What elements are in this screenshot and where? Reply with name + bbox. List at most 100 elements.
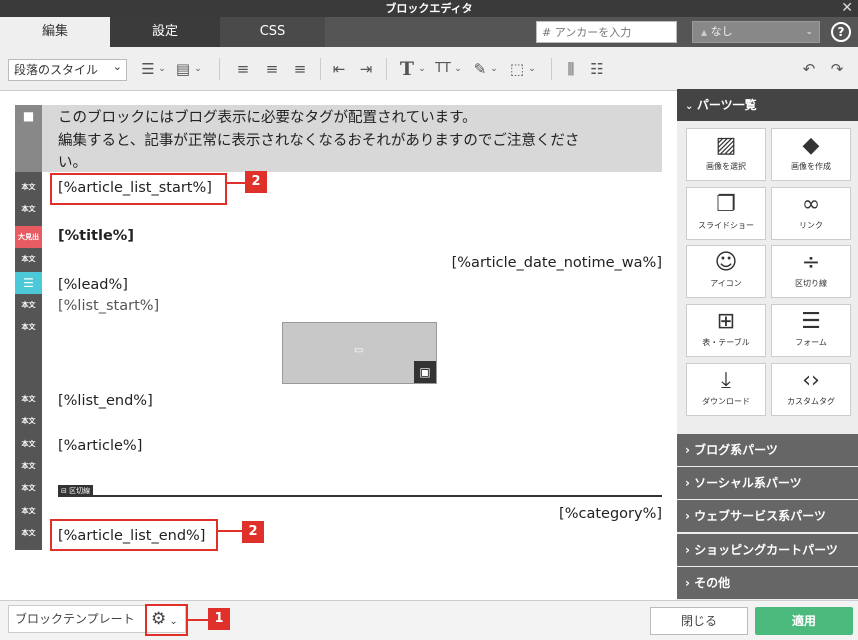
tag-lead[interactable]: [%lead%]: [58, 277, 128, 293]
chevron-right-icon: ›: [685, 509, 695, 523]
anchor-select-value: なし: [710, 25, 733, 38]
tag-article[interactable]: [%article%]: [58, 438, 142, 454]
clear-format-icon[interactable]: ☷: [586, 57, 608, 81]
block-label-body[interactable]: 本文: [15, 176, 42, 198]
part-link[interactable]: ∞ リンク: [771, 187, 851, 240]
notice-line-2: 編集すると、記事が正常に表示されなくなるおそれがありますのでご注意くださ: [58, 133, 580, 149]
toolbar-divider: [386, 58, 387, 80]
block-label-body[interactable]: 本文: [15, 433, 42, 455]
chevron-down-icon[interactable]: ⌄: [418, 57, 426, 81]
tag-article-date[interactable]: [%article_date_notime_wa%]: [452, 255, 662, 271]
part-divider[interactable]: ÷ 区切り線: [771, 245, 851, 298]
help-icon[interactable]: ?: [831, 22, 851, 42]
block-label-body[interactable]: 本文: [15, 388, 42, 410]
indent-icon[interactable]: ⇥: [355, 57, 377, 81]
chevron-down-icon[interactable]: ⌄: [454, 57, 462, 81]
notice-line-3: い。: [58, 155, 87, 171]
callout-badge: 2: [245, 171, 267, 193]
block-label-body[interactable]: 本文: [15, 455, 42, 477]
block-label-body[interactable]: 本文: [15, 198, 42, 220]
undo-icon[interactable]: ↶: [798, 57, 820, 81]
tab-edit[interactable]: 編集: [0, 17, 110, 47]
text-box-icon[interactable]: ⬚: [506, 57, 528, 81]
chevron-down-icon[interactable]: ⌄: [490, 57, 498, 81]
chevron-right-icon: ›: [685, 476, 695, 490]
anchor-select[interactable]: ▲ なし ⌄: [692, 21, 820, 43]
apply-button[interactable]: 適用: [755, 607, 853, 635]
tab-css[interactable]: CSS: [220, 17, 325, 47]
format-toolbar: [0, 47, 858, 91]
part-download[interactable]: ⤓ ダウンロード: [686, 363, 766, 416]
tag-title[interactable]: [%title%]: [58, 228, 134, 244]
align-left-icon[interactable]: ≡: [232, 57, 254, 81]
comment-icon: ■: [15, 105, 42, 172]
shapes-icon: ◆: [802, 133, 820, 158]
callout-line: [218, 530, 242, 532]
window-title: ブロックエディタ: [0, 0, 858, 17]
block-label-body[interactable]: 本文: [15, 500, 42, 522]
category-social-parts[interactable]: › ソーシャル系パーツ: [677, 467, 858, 499]
tab-settings[interactable]: 設定: [110, 17, 220, 47]
chevron-down-icon[interactable]: ⌄: [528, 57, 536, 81]
chevron-down-icon[interactable]: ⌄: [194, 57, 202, 81]
part-custom-tag[interactable]: ‹› カスタムタグ: [771, 363, 851, 416]
part-slideshow[interactable]: ❐ スライドショー: [686, 187, 766, 240]
block-label-body[interactable]: 本文: [15, 294, 42, 316]
toolbar-divider: [320, 58, 321, 80]
divider-line[interactable]: [58, 495, 662, 497]
category-shopping-parts[interactable]: › ショッピングカートパーツ: [677, 534, 858, 566]
block-label-lead[interactable]: ☰: [15, 272, 42, 294]
chevron-right-icon: ›: [685, 543, 695, 557]
block-label-heading[interactable]: 大見出: [15, 226, 42, 248]
toolbar-divider: [551, 58, 552, 80]
align-right-icon[interactable]: ≡: [289, 57, 311, 81]
callout-line: [188, 619, 208, 621]
column-split-icon[interactable]: ⫼: [560, 57, 582, 81]
image-icon: ▭: [354, 345, 364, 356]
tag-category[interactable]: [%category%]: [559, 506, 662, 522]
notice-line-1: このブロックにはブログ表示に必要なタグが配置されています。: [58, 110, 477, 126]
color-picker-icon[interactable]: ✎: [470, 57, 490, 81]
code-icon: ‹›: [802, 368, 820, 393]
block-label-body[interactable]: 本文: [15, 316, 42, 338]
part-icon[interactable]: ☺ アイコン: [686, 245, 766, 298]
block-template-button[interactable]: ブロックテンプレート: [8, 605, 146, 633]
chevron-right-icon: ›: [685, 443, 695, 457]
image-edit-icon[interactable]: ▣: [414, 361, 436, 383]
category-other[interactable]: › その他: [677, 567, 858, 599]
anchor-input[interactable]: [536, 21, 677, 43]
numbered-list-icon[interactable]: ▤: [172, 57, 194, 81]
link-icon: ∞: [801, 192, 821, 217]
smile-icon: ☺: [714, 250, 738, 275]
category-webservice-parts[interactable]: › ウェブサービス系パーツ: [677, 500, 858, 532]
redo-icon[interactable]: ↷: [826, 57, 848, 81]
highlight-box: [50, 173, 227, 205]
divider-icon: ⊟: [61, 487, 70, 495]
font-size-icon[interactable]: TT: [432, 57, 454, 81]
part-table[interactable]: ⊞ 表・テーブル: [686, 304, 766, 357]
outdent-icon[interactable]: ⇤: [328, 57, 350, 81]
image-placeholder[interactable]: ▭ ▣: [282, 322, 437, 384]
bullet-list-icon[interactable]: ☰: [136, 57, 160, 81]
parts-list-header[interactable]: ⌄ パーツ一覧: [677, 89, 858, 121]
highlight-box: [50, 519, 218, 551]
block-label-body[interactable]: 本文: [15, 410, 42, 432]
tag-list-start[interactable]: [%list_start%]: [58, 298, 159, 314]
chevron-down-icon[interactable]: ⌄: [158, 57, 166, 81]
font-icon[interactable]: T: [396, 57, 418, 81]
part-form[interactable]: ☰ フォーム: [771, 304, 851, 357]
close-icon[interactable]: ✕: [841, 0, 853, 17]
part-image-select[interactable]: ▨ 画像を選択: [686, 128, 766, 181]
block-label-body[interactable]: 本文: [15, 522, 42, 544]
chevron-down-icon: ⌄: [805, 27, 813, 37]
tag-list-end[interactable]: [%list_end%]: [58, 393, 153, 409]
align-center-icon[interactable]: ≡: [261, 57, 283, 81]
category-blog-parts[interactable]: › ブログ系パーツ: [677, 434, 858, 466]
parts-list-title: パーツ一覧: [696, 98, 757, 112]
close-button[interactable]: 閉じる: [650, 607, 748, 635]
paragraph-style-select[interactable]: 段落のスタイル ⌄: [8, 59, 127, 81]
block-label-body[interactable]: 本文: [15, 248, 42, 270]
divider-icon: ÷: [801, 250, 821, 275]
part-image-create[interactable]: ◆ 画像を作成: [771, 128, 851, 181]
block-label-body[interactable]: 本文: [15, 477, 42, 499]
